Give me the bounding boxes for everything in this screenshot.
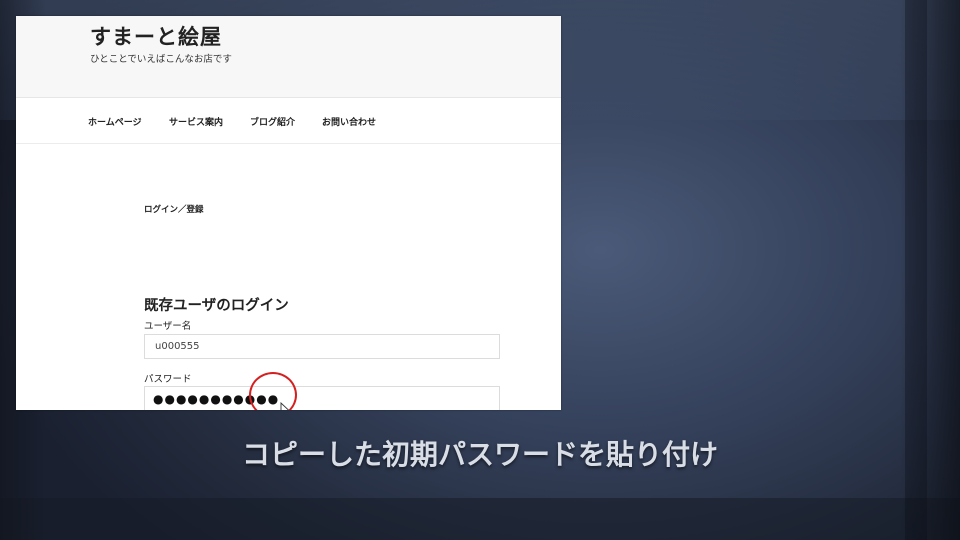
nav-item-services[interactable]: サービス案内 [169, 115, 223, 128]
username-field[interactable] [144, 334, 500, 359]
breadcrumb: ログイン／登録 [144, 205, 204, 215]
nav-item-home[interactable]: ホームページ [88, 115, 142, 128]
password-field[interactable] [144, 386, 500, 410]
password-label: パスワード [144, 374, 192, 385]
site-header: すまーと絵屋 ひとことでいえばこんなお店です [16, 16, 561, 98]
nav-item-contact[interactable]: お問い合わせ [322, 115, 376, 128]
login-heading: 既存ユーザのログイン [144, 298, 289, 314]
site-title[interactable]: すまーと絵屋 [90, 21, 222, 51]
site-tagline: ひとことでいえばこんなお店です [90, 54, 232, 65]
username-label: ユーザー名 [144, 321, 192, 332]
website-screenshot: すまーと絵屋 ひとことでいえばこんなお店です ホームページ サービス案内 ブログ… [16, 16, 561, 410]
slide-caption: コピーした初期パスワードを貼り付け [241, 438, 718, 471]
main-nav: ホームページ サービス案内 ブログ紹介 お問い合わせ [16, 98, 561, 144]
nav-item-blog[interactable]: ブログ紹介 [250, 115, 295, 128]
mouse-pointer-icon [280, 402, 290, 410]
slide-bottom-band [0, 498, 960, 540]
